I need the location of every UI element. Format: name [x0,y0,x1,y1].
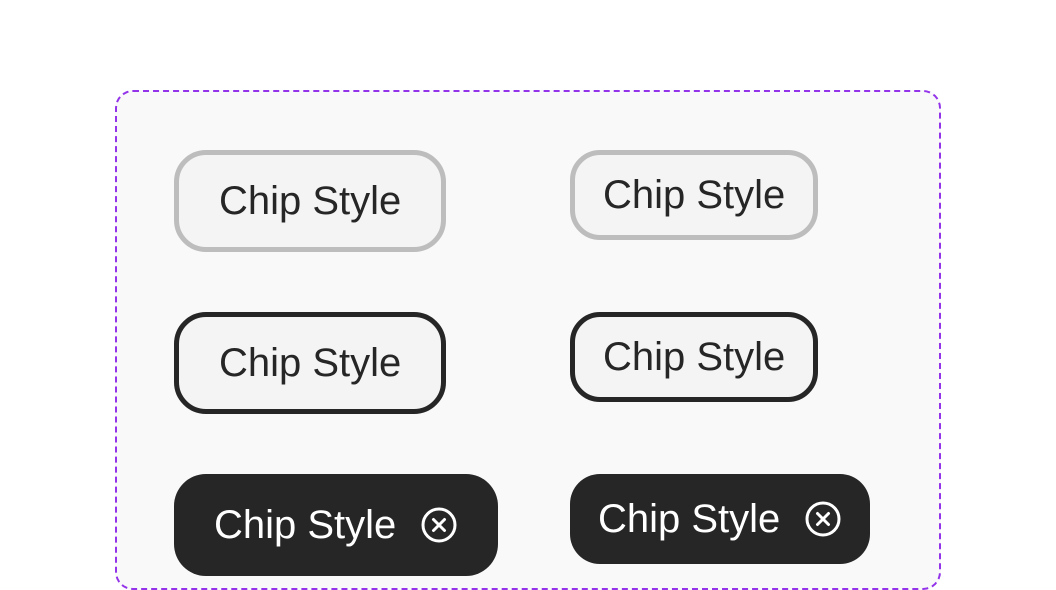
chip-filled-large[interactable]: Chip Style [174,474,499,576]
chip-outline-light-small[interactable]: Chip Style [570,150,819,240]
chip-label: Chip Style [603,172,786,217]
chip-label: Chip Style [214,502,397,547]
close-circle-icon[interactable] [420,506,458,544]
chip-label: Chip Style [219,340,402,385]
chip-outline-dark-large[interactable]: Chip Style [174,312,447,414]
chip-outline-dark-small[interactable]: Chip Style [570,312,819,402]
chip-outline-light-large[interactable]: Chip Style [174,150,447,252]
chip-filled-small[interactable]: Chip Style [570,474,871,564]
chip-label: Chip Style [598,496,781,541]
close-circle-icon[interactable] [804,500,842,538]
chip-label: Chip Style [603,334,786,379]
chip-label: Chip Style [219,178,402,223]
